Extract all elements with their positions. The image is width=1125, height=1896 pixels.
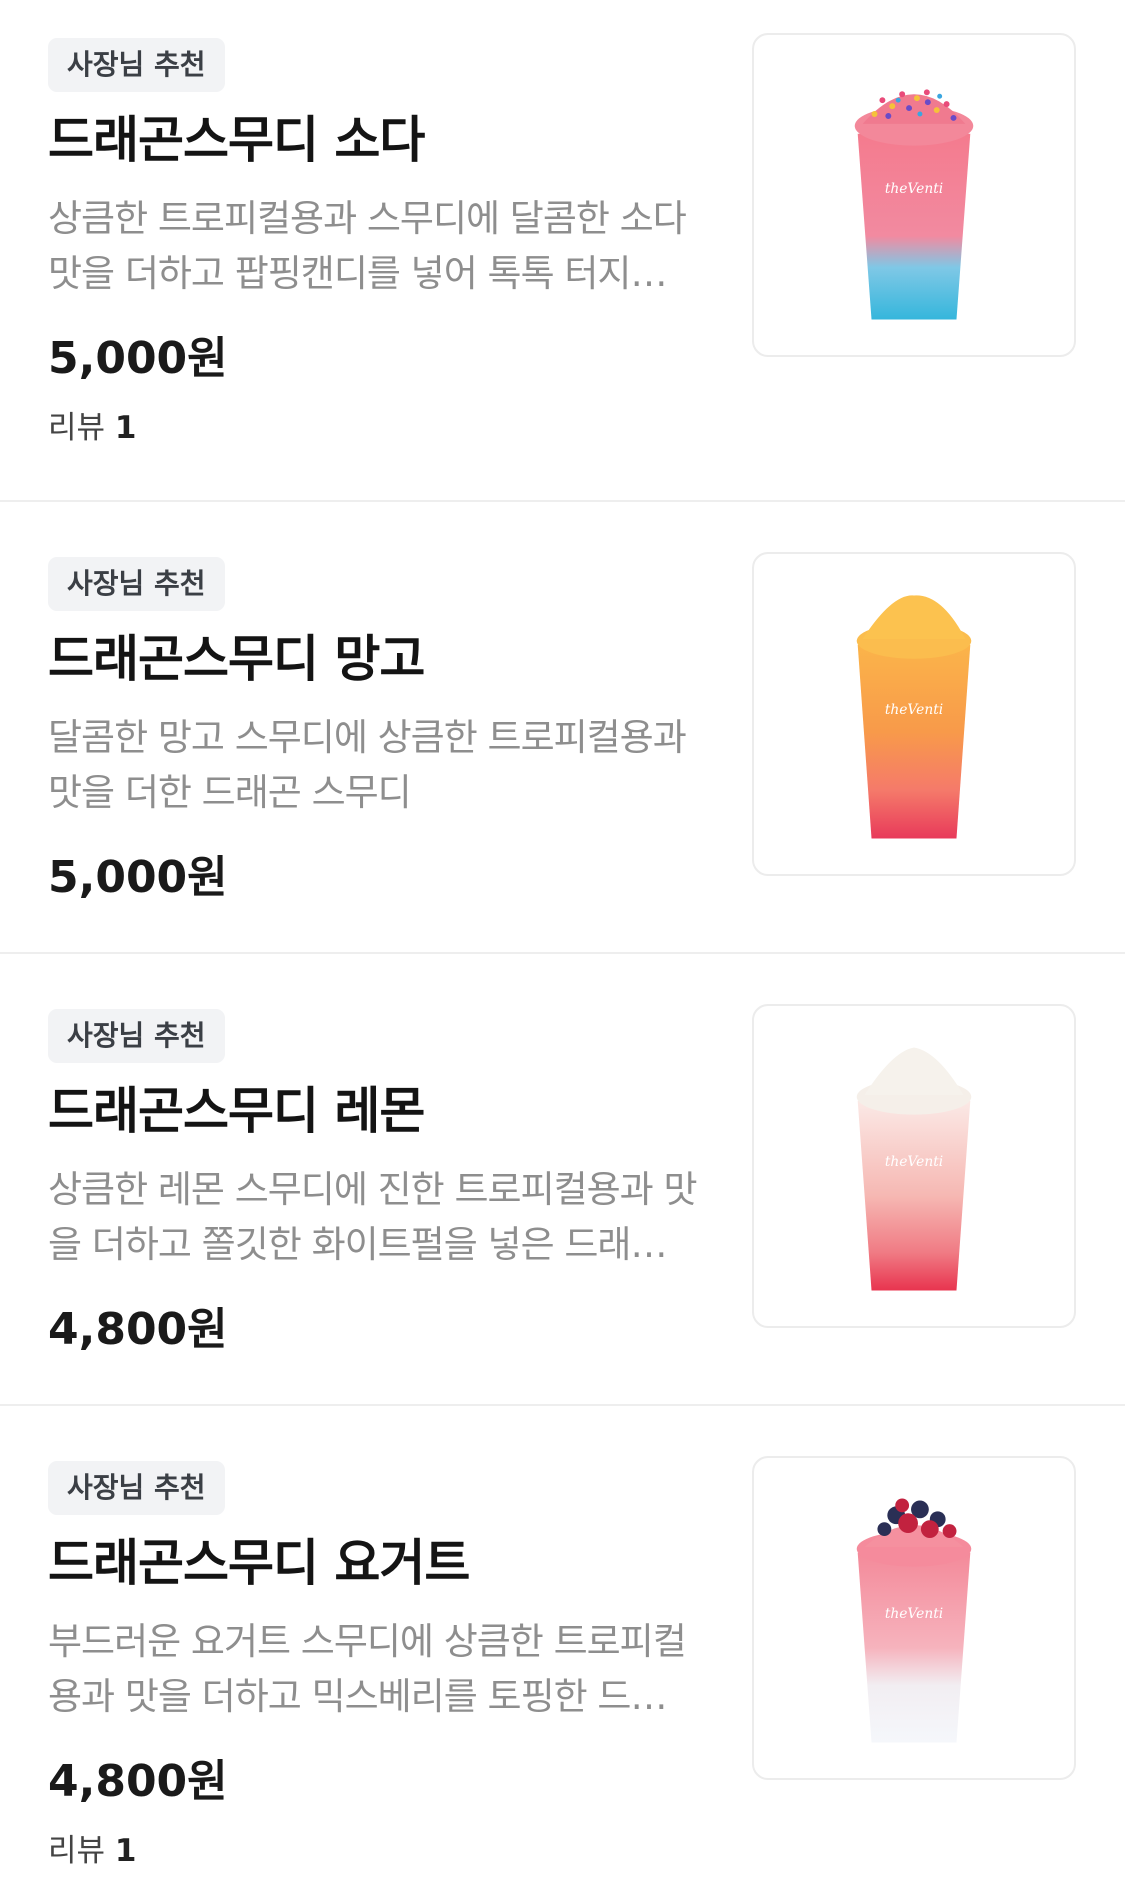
recommend-badge: 사장님 추천 <box>48 1461 225 1515</box>
menu-item-dragon-smoothie-yogurt[interactable]: 사장님 추천 드래곤스무디 요거트 부드러운 요거트 스무디에 상큼한 트로피컬… <box>0 1406 1125 1894</box>
menu-item-description: 상큼한 트로피컬용과 스무디에 달콤한 소다맛을 더하고 팝핑캔디를 넣어 톡톡… <box>48 197 687 295</box>
recommend-badge: 사장님 추천 <box>48 557 225 611</box>
review-label: 리뷰 <box>48 1833 106 1869</box>
smoothie-mango-image[interactable]: theVenti <box>752 552 1076 876</box>
smoothie-yogurt-image[interactable]: theVenti <box>752 1456 1076 1780</box>
menu-item-price: 4,800원 <box>48 1304 228 1355</box>
brand-text: theVenti <box>885 702 943 718</box>
menu-item-name: 드래곤스무디 요거트 <box>48 1534 470 1592</box>
review-count[interactable]: 리뷰 1 <box>48 1831 136 1871</box>
menu-item-description: 부드러운 요거트 스무디에 상큼한 트로피컬용과 맛을 더하고 믹스베리를 토핑… <box>48 1620 698 1718</box>
review-number: 1 <box>114 1833 137 1869</box>
menu-item-name: 드래곤스무디 레몬 <box>48 1082 425 1140</box>
menu-item-price: 5,000원 <box>48 333 228 384</box>
menu-item-description: 상큼한 레몬 스무디에 진한 트로피컬용과 맛을 더하고 쫄깃한 화이트펄을 넣… <box>48 1168 698 1266</box>
recommend-badge: 사장님 추천 <box>48 38 225 92</box>
review-number: 1 <box>114 410 137 446</box>
menu-item-price: 5,000원 <box>48 852 228 903</box>
menu-item-dragon-smoothie-soda[interactable]: 사장님 추천 드래곤스무디 소다 상큼한 트로피컬용과 스무디에 달콤한 소다맛… <box>0 0 1125 502</box>
brand-text: theVenti <box>885 181 943 197</box>
menu-list: 사장님 추천 드래곤스무디 소다 상큼한 트로피컬용과 스무디에 달콤한 소다맛… <box>0 0 1125 1894</box>
smoothie-soda-image[interactable]: theVenti <box>752 33 1076 357</box>
menu-item-dragon-smoothie-mango[interactable]: 사장님 추천 드래곤스무디 망고 달콤한 망고 스무디에 상큼한 트로피컬용과 … <box>0 502 1125 954</box>
brand-text: theVenti <box>885 1154 943 1170</box>
smoothie-lemon-image[interactable]: theVenti <box>752 1004 1076 1328</box>
menu-item-price: 4,800원 <box>48 1756 228 1807</box>
review-label: 리뷰 <box>48 410 106 446</box>
menu-item-dragon-smoothie-lemon[interactable]: 사장님 추천 드래곤스무디 레몬 상큼한 레몬 스무디에 진한 트로피컬용과 맛… <box>0 954 1125 1406</box>
brand-text: theVenti <box>885 1606 943 1622</box>
review-count[interactable]: 리뷰 1 <box>48 408 136 448</box>
recommend-badge: 사장님 추천 <box>48 1009 225 1063</box>
menu-item-name: 드래곤스무디 소다 <box>48 111 425 169</box>
menu-item-name: 드래곤스무디 망고 <box>48 630 425 688</box>
menu-item-description: 달콤한 망고 스무디에 상큼한 트로피컬용과 맛을 더한 드래곤 스무디 <box>48 716 687 814</box>
